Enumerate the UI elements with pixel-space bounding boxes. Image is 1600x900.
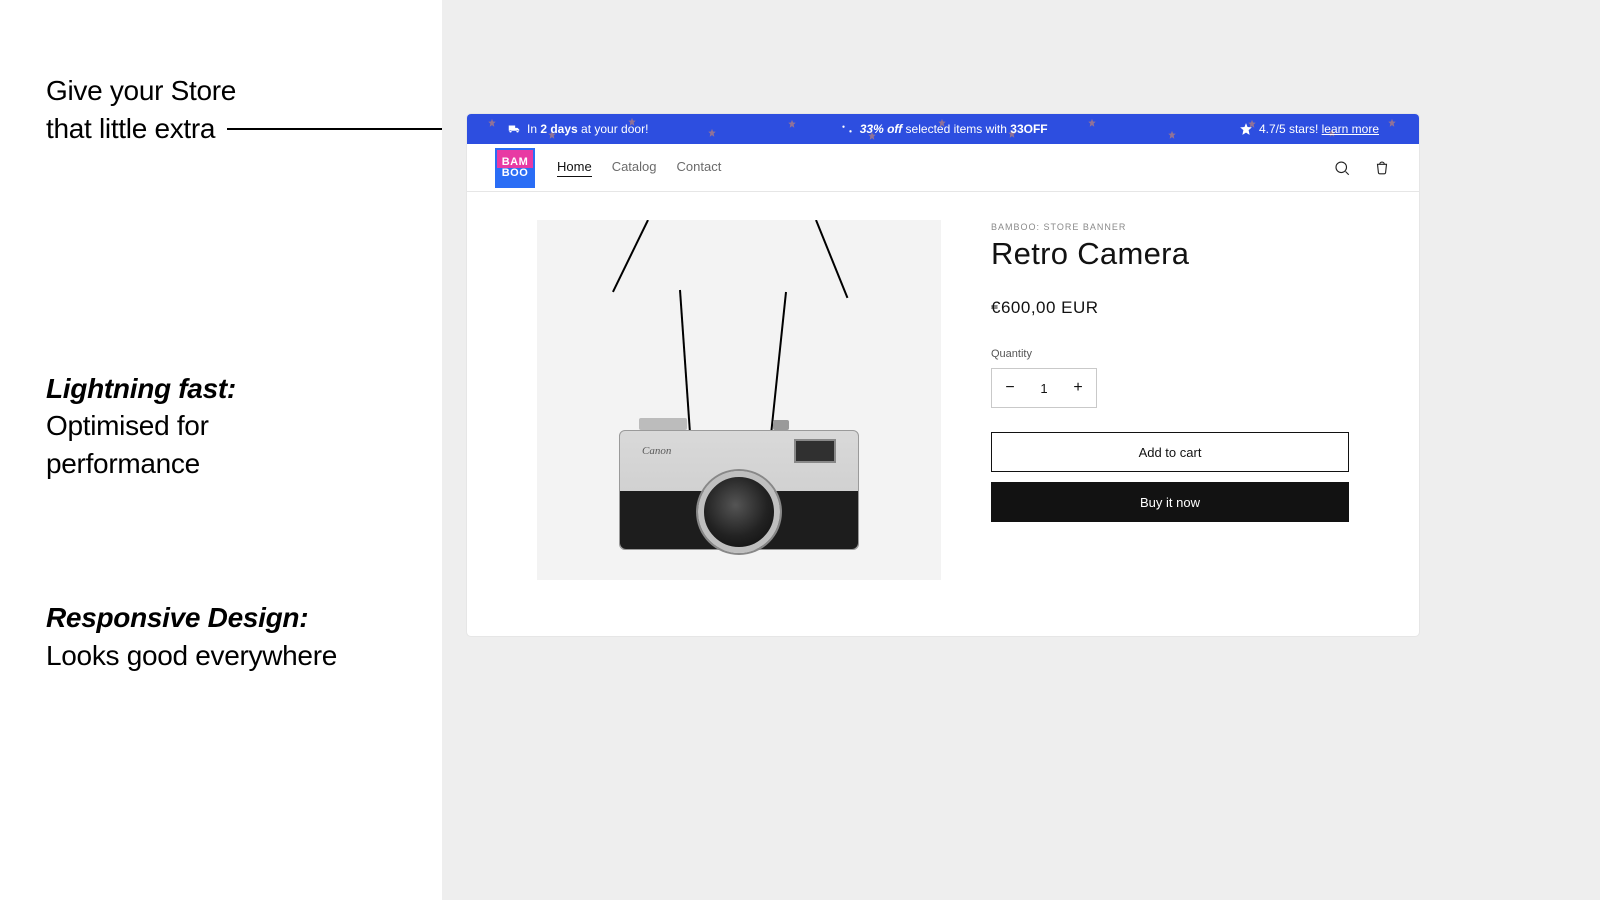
- product-image: Canon: [537, 220, 941, 580]
- ship-suffix: at your door!: [578, 122, 649, 136]
- sale-pct: 33% off: [860, 122, 902, 136]
- sale-code: 33OFF: [1010, 122, 1047, 136]
- feature2-line1: Optimised for: [46, 407, 426, 445]
- nav-catalog[interactable]: Catalog: [612, 159, 657, 177]
- quantity-label: Quantity: [991, 348, 1349, 360]
- banner-sale: 33% off selected items with 33OFF: [840, 122, 1048, 136]
- add-to-cart-button[interactable]: Add to cart: [991, 432, 1349, 472]
- product-info: BAMBOO: STORE BANNER Retro Camera €600,0…: [991, 220, 1349, 580]
- qty-decrease[interactable]: −: [992, 369, 1028, 407]
- ship-prefix: In: [527, 122, 540, 136]
- feature2-line2: performance: [46, 445, 426, 483]
- product-title: Retro Camera: [991, 236, 1349, 272]
- feature3-line1: Looks good everywhere: [46, 637, 426, 675]
- banner-rating: 4.7/5 stars! learn more: [1239, 122, 1379, 136]
- search-icon[interactable]: [1333, 159, 1351, 177]
- headline-line1: Give your Store: [46, 72, 426, 110]
- cart-icon[interactable]: [1373, 159, 1391, 177]
- buy-now-button[interactable]: Buy it now: [991, 482, 1349, 522]
- banner-shipping: In 2 days at your door!: [507, 122, 648, 136]
- announcement-banner: In 2 days at your door! 33% off selected…: [467, 114, 1419, 144]
- callout-line: [227, 128, 467, 130]
- logo-bot: BOO: [502, 168, 529, 179]
- rating-text: 4.7/5 stars!: [1259, 122, 1322, 136]
- quantity-stepper: − +: [991, 368, 1097, 408]
- product-vendor: BAMBOO: STORE BANNER: [991, 222, 1349, 232]
- nav-contact[interactable]: Contact: [677, 159, 722, 177]
- nav-links: Home Catalog Contact: [557, 159, 721, 177]
- sale-mid: selected items with: [902, 122, 1010, 136]
- store-nav: BAM BOO Home Catalog Contact: [467, 144, 1419, 192]
- rating-link[interactable]: learn more: [1322, 122, 1379, 136]
- logo-top: BAM: [502, 157, 529, 168]
- feature2-title: Lightning fast:: [46, 370, 426, 408]
- percent-icon: [840, 122, 854, 136]
- ship-days: 2 days: [540, 122, 577, 136]
- camera-brand: Canon: [642, 445, 671, 457]
- qty-input[interactable]: [1028, 369, 1060, 407]
- feature3-title: Responsive Design:: [46, 599, 426, 637]
- marketing-sidebar: Give your Store that little extra Lightn…: [46, 72, 426, 815]
- star-icon: [1239, 122, 1253, 136]
- store-logo[interactable]: BAM BOO: [495, 148, 535, 188]
- preview-stage: In 2 days at your door! 33% off selected…: [442, 0, 1600, 900]
- product-price: €600,00 EUR: [991, 298, 1349, 318]
- qty-increase[interactable]: +: [1060, 369, 1096, 407]
- storefront-preview: In 2 days at your door! 33% off selected…: [467, 114, 1419, 636]
- nav-home[interactable]: Home: [557, 159, 592, 177]
- truck-icon: [507, 122, 521, 136]
